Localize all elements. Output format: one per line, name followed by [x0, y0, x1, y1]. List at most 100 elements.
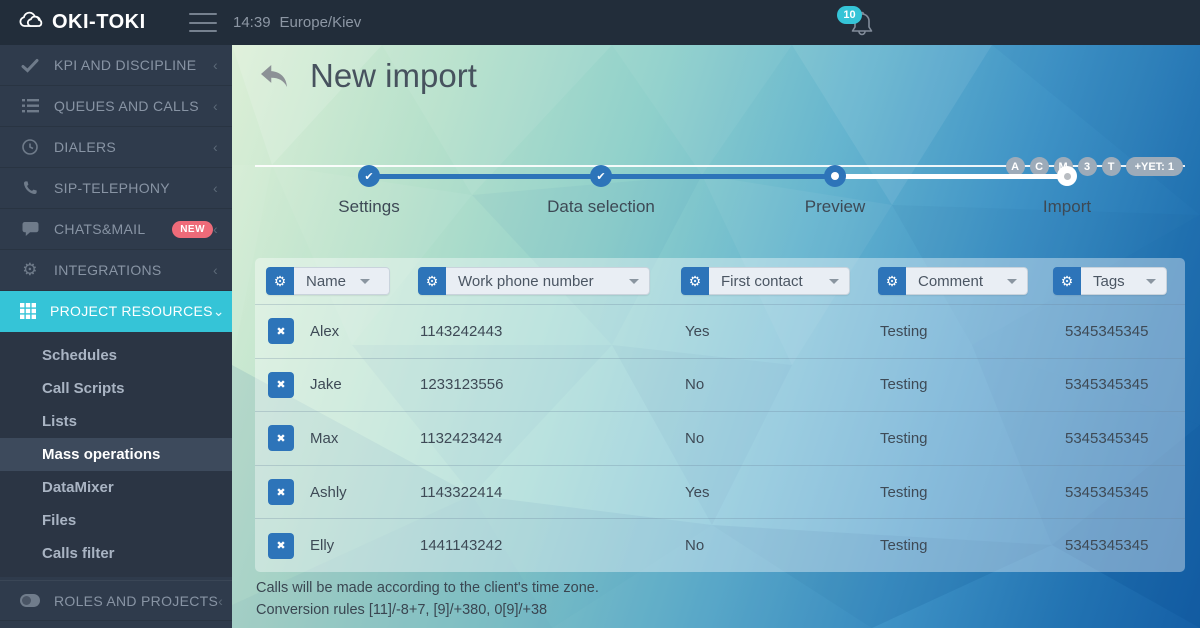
cell-comment: Testing	[878, 537, 1053, 554]
brand[interactable]: OKI-TOKI	[16, 0, 146, 45]
stepper-track-pending	[835, 174, 1067, 179]
table-row: ✖Jake 1233123556 No Testing 5345345345	[255, 358, 1185, 412]
chevron-left-icon: ‹	[218, 593, 223, 609]
remove-row-button[interactable]: ✖	[268, 533, 294, 559]
gear-icon[interactable]: ⚙	[681, 267, 709, 295]
badge-3[interactable]: 3	[1078, 157, 1097, 176]
column-control-phone: ⚙ Work phone number	[418, 267, 650, 295]
gear-icon[interactable]: ⚙	[1053, 267, 1081, 295]
gear-icon[interactable]: ⚙	[418, 267, 446, 295]
column-select-tags[interactable]: Tags	[1081, 267, 1167, 295]
remove-row-button[interactable]: ✖	[268, 372, 294, 398]
column-select-phone[interactable]: Work phone number	[446, 267, 650, 295]
sidebar-subitem-lists[interactable]: Lists	[0, 405, 232, 438]
column-select-first-contact[interactable]: First contact	[709, 267, 850, 295]
conversion-note: Calls will be made according to the clie…	[256, 577, 599, 621]
sidebar-item-dialers[interactable]: DIALERS ‹	[0, 127, 232, 168]
new-badge: NEW	[172, 221, 213, 238]
column-control-tags: ⚙ Tags	[1053, 267, 1167, 295]
remove-row-button[interactable]: ✖	[268, 318, 294, 344]
chevron-down-icon: ⌄	[213, 303, 225, 320]
step-dot-preview[interactable]	[824, 165, 846, 187]
chevron-left-icon: ‹	[213, 57, 218, 73]
step-dot-import[interactable]	[1057, 166, 1077, 186]
cell-tags: 5345345345	[1053, 323, 1185, 340]
main-content: New import A C M 3 T +YET: 1 ✔ ✔ Setting…	[232, 45, 1200, 628]
column-select-name[interactable]: Name	[294, 267, 390, 295]
check-icon	[20, 58, 40, 73]
preview-table: ⚙ Name ⚙ Work phone number ⚙ First conta…	[255, 258, 1185, 572]
sidebar: KPI AND DISCIPLINE ‹ QUEUES AND CALLS ‹ …	[0, 45, 232, 628]
chevron-left-icon: ‹	[213, 98, 218, 114]
cell-first-contact: Yes	[681, 323, 878, 340]
table-header: ⚙ Name ⚙ Work phone number ⚙ First conta…	[255, 258, 1185, 304]
cell-name: Elly	[310, 537, 334, 554]
cell-first-contact: No	[681, 376, 878, 393]
sidebar-subitem-mass-operations[interactable]: Mass operations	[0, 438, 232, 471]
cell-name: Ashly	[310, 484, 347, 501]
badge-t[interactable]: T	[1102, 157, 1121, 176]
cell-name: Alex	[310, 323, 339, 340]
table-row: ✖Max 1132423424 No Testing 5345345345	[255, 411, 1185, 465]
notifications-bell[interactable]: 10	[843, 5, 883, 43]
cell-phone: 1143322414	[418, 484, 681, 501]
caret-down-icon	[360, 279, 370, 284]
chevron-left-icon: ‹	[213, 180, 218, 196]
remove-row-button[interactable]: ✖	[268, 425, 294, 451]
brand-name: OKI-TOKI	[52, 11, 146, 34]
step-dot-settings[interactable]: ✔	[358, 165, 380, 187]
cell-comment: Testing	[878, 484, 1053, 501]
menu-toggle-icon[interactable]	[189, 13, 217, 32]
column-select-comment[interactable]: Comment	[906, 267, 1028, 295]
cell-name: Jake	[310, 376, 342, 393]
table-row: ✖Elly 1441143242 No Testing 5345345345	[255, 518, 1185, 572]
caret-down-icon	[1007, 279, 1017, 284]
table-row: ✖Alex 1143242443 Yes Testing 5345345345	[255, 304, 1185, 358]
step-label-import: Import	[957, 197, 1177, 217]
check-icon: ✔	[596, 170, 605, 183]
sidebar-subitem-files[interactable]: Files	[0, 504, 232, 537]
time: 14:39	[233, 14, 271, 31]
cell-comment: Testing	[878, 323, 1053, 340]
sidebar-item-roles-and-projects[interactable]: ROLES AND PROJECTS ‹	[0, 580, 232, 621]
sidebar-subitem-datamixer[interactable]: DataMixer	[0, 471, 232, 504]
clock: 14:39 Europe/Kiev	[233, 0, 361, 45]
sidebar-subitem-call-scripts[interactable]: Call Scripts	[0, 372, 232, 405]
sidebar-item-sip-telephony[interactable]: SIP-TELEPHONY ‹	[0, 168, 232, 209]
cell-first-contact: No	[681, 430, 878, 447]
column-control-name: ⚙ Name	[266, 267, 390, 295]
page-title: New import	[310, 57, 477, 95]
app-window: OKI-TOKI 14:39 Europe/Kiev 10 KPI AND DI…	[0, 0, 1200, 628]
cell-tags: 5345345345	[1053, 430, 1185, 447]
cell-phone: 1441143242	[418, 537, 681, 554]
remove-row-button[interactable]: ✖	[268, 479, 294, 505]
gear-icon[interactable]: ⚙	[878, 267, 906, 295]
cell-name: Max	[310, 430, 338, 447]
chevron-left-icon: ‹	[213, 221, 218, 237]
sidebar-subitem-calls-filter[interactable]: Calls filter	[0, 537, 232, 570]
chevron-left-icon: ‹	[213, 139, 218, 155]
badge-more[interactable]: +YET: 1	[1126, 157, 1183, 176]
step-label-settings: Settings	[259, 197, 479, 217]
step-dot-data-selection[interactable]: ✔	[590, 165, 612, 187]
sidebar-item-integrations[interactable]: ⚙ INTEGRATIONS ‹	[0, 250, 232, 291]
cell-tags: 5345345345	[1053, 376, 1185, 393]
cell-first-contact: No	[681, 537, 878, 554]
topbar: OKI-TOKI 14:39 Europe/Kiev 10	[0, 0, 1200, 45]
project-resources-submenu: Schedules Call Scripts Lists Mass operat…	[0, 332, 232, 577]
sidebar-subitem-schedules[interactable]: Schedules	[0, 339, 232, 372]
sidebar-item-queues-and-calls[interactable]: QUEUES AND CALLS ‹	[0, 86, 232, 127]
back-button[interactable]	[258, 63, 290, 94]
sidebar-item-chats-mail[interactable]: CHATS&MAIL NEW ‹	[0, 209, 232, 250]
notifications-count-badge: 10	[837, 6, 862, 24]
cloud-logo-icon	[16, 9, 44, 36]
gear-icon[interactable]: ⚙	[266, 267, 294, 295]
column-control-comment: ⚙ Comment	[878, 267, 1028, 295]
cell-phone: 1132423424	[418, 430, 681, 447]
chat-bubble-icon	[20, 221, 40, 237]
caret-down-icon	[629, 279, 639, 284]
phone-icon	[20, 180, 40, 196]
check-icon: ✔	[364, 170, 373, 183]
sidebar-item-project-resources[interactable]: PROJECT RESOURCES ⌄	[0, 291, 232, 332]
sidebar-item-kpi-and-discipline[interactable]: KPI AND DISCIPLINE ‹	[0, 45, 232, 86]
